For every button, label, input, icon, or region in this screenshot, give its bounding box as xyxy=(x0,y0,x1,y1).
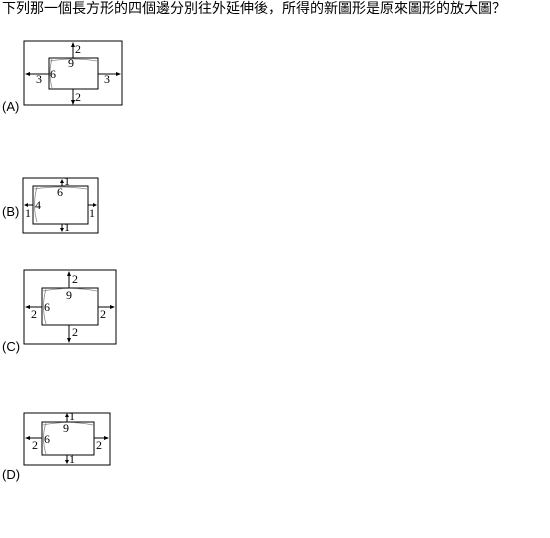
option-d-figure: 1 9 6 2 2 1 xyxy=(23,409,111,466)
option-d-width: 9 xyxy=(63,421,69,435)
option-d-height: 6 xyxy=(44,432,50,446)
option-d-right: 2 xyxy=(96,438,102,452)
option-d-left: 2 xyxy=(32,438,38,452)
option-d-top: 1 xyxy=(69,409,75,423)
option-d-bottom: 1 xyxy=(69,452,75,466)
